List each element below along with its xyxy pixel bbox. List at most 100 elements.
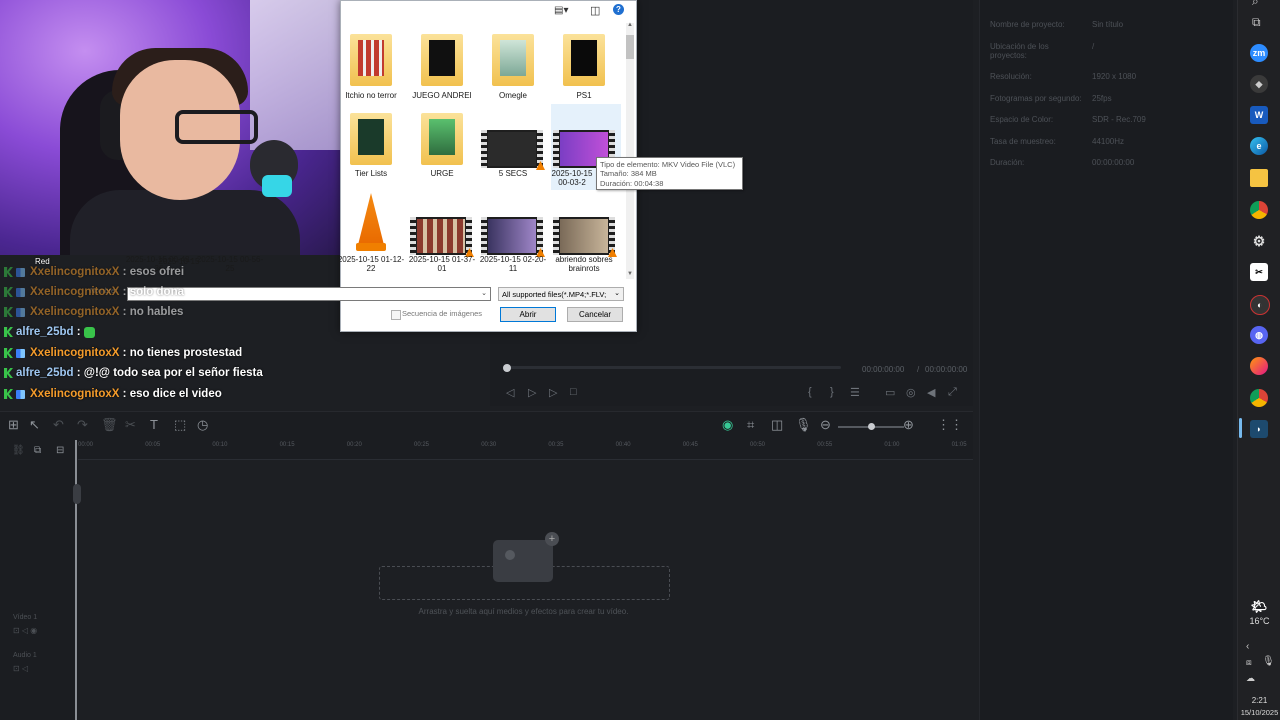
chat-message: alfre_25bd : @!@ todo sea por el señor f… bbox=[4, 363, 263, 383]
snapshot-icon[interactable]: ◎ bbox=[906, 386, 916, 399]
file-label[interactable]: 2025-10-15 02-20-11 bbox=[479, 255, 547, 274]
network-icon[interactable]: ⧈ bbox=[1246, 657, 1252, 668]
mic-tray-icon[interactable]: 🎙 bbox=[1262, 656, 1275, 667]
file-label[interactable]: 2025-10-15 00-03-2 bbox=[550, 169, 594, 188]
speed-icon[interactable]: ◷ bbox=[197, 417, 208, 433]
ai-tool-icon[interactable]: ◉ bbox=[722, 417, 733, 433]
add-track-icon[interactable]: ⊟ bbox=[56, 445, 64, 456]
filmora-icon[interactable]: ◗ bbox=[1250, 420, 1268, 438]
video-thumbnail[interactable] bbox=[553, 217, 617, 257]
clock-time[interactable]: 2:21 bbox=[1238, 696, 1280, 705]
scroll-up-icon[interactable]: ▲ bbox=[627, 22, 633, 28]
timeline-ruler[interactable]: 00:00 00:05 00:10 00:15 00:20 00:25 00:30 00:35… bbox=[78, 439, 973, 460]
crop-icon[interactable]: ⬚ bbox=[174, 417, 186, 433]
volume-icon[interactable]: ◀ bbox=[927, 386, 935, 399]
prev-frame-icon[interactable]: ◁ bbox=[506, 386, 514, 399]
file-label[interactable]: Tier Lists bbox=[337, 169, 405, 179]
chat-username: alfre_25bd bbox=[16, 326, 74, 338]
track-settings-icon[interactable]: ⋮⋮ bbox=[937, 417, 963, 433]
help-icon[interactable]: ? bbox=[613, 4, 624, 15]
mic-icon[interactable]: 🎙 bbox=[795, 417, 812, 433]
scroll-down-icon[interactable]: ▼ bbox=[627, 271, 633, 277]
word-icon[interactable]: W bbox=[1250, 106, 1268, 124]
search-icon[interactable]: ⌕ bbox=[1252, 0, 1259, 9]
delete-icon[interactable]: 🗑 bbox=[101, 417, 118, 433]
fullscreen-icon[interactable]: ⤢ bbox=[948, 386, 957, 399]
chrome-icon[interactable] bbox=[1250, 201, 1268, 219]
playhead-handle[interactable] bbox=[503, 364, 511, 372]
play-reverse-icon[interactable]: ▷ bbox=[528, 386, 536, 399]
file-label[interactable]: JUEGO ANDREI bbox=[408, 91, 476, 101]
clock-date[interactable]: 15/10/2025 bbox=[1238, 708, 1280, 717]
file-label[interactable]: abriendo sobres brainrots bbox=[550, 255, 618, 274]
folder-icon[interactable] bbox=[563, 34, 605, 86]
add-media-icon[interactable]: + bbox=[493, 532, 559, 582]
link-icon[interactable]: ⛓ bbox=[12, 445, 25, 456]
timecode-separator: / bbox=[917, 365, 920, 374]
timeline-playhead[interactable] bbox=[75, 440, 77, 720]
zoom-in-icon[interactable]: ⊕ bbox=[903, 417, 914, 433]
motion-icon[interactable]: ⌗ bbox=[747, 417, 754, 433]
ruler-tick-label: 00:55 bbox=[817, 442, 833, 448]
video-thumbnail[interactable] bbox=[410, 217, 474, 257]
folder-icon[interactable] bbox=[350, 34, 392, 86]
display-icon[interactable]: ▭ bbox=[885, 386, 895, 399]
file-label[interactable]: PS1 bbox=[550, 91, 618, 101]
edge-icon[interactable]: e bbox=[1250, 137, 1268, 155]
audio-track-controls[interactable]: ⊡ ◁ bbox=[13, 664, 28, 673]
video-thumbnail[interactable] bbox=[481, 217, 545, 257]
video-thumbnail[interactable] bbox=[481, 130, 545, 170]
zoom-out-icon[interactable]: ⊖ bbox=[820, 417, 831, 433]
preview-pane-icon[interactable]: ◫ bbox=[590, 4, 600, 17]
kick-badge-icon bbox=[4, 267, 13, 277]
chat-username: XxelincognitoxX bbox=[30, 347, 120, 359]
ruler-tick-label: 00:10 bbox=[212, 442, 228, 448]
file-label[interactable]: URGE bbox=[408, 169, 476, 179]
firefox-icon[interactable] bbox=[1250, 357, 1268, 375]
view-options-icon[interactable]: ▤▾ bbox=[554, 5, 568, 16]
file-type-select[interactable]: All supported files(*.MP4;*.FLV; ⌄ bbox=[498, 287, 624, 301]
chrome-profile-icon[interactable] bbox=[1250, 389, 1268, 407]
total-timecode: 00:00:00:00 bbox=[925, 365, 968, 374]
file-type-value: All supported files(*.MP4;*.FLV; bbox=[502, 290, 607, 299]
file-list-scrollbar[interactable] bbox=[626, 23, 634, 279]
file-label[interactable]: Itchio no terror bbox=[337, 91, 405, 101]
text-tool-icon[interactable]: T bbox=[150, 417, 158, 432]
capcut-icon[interactable]: ✂ bbox=[1250, 263, 1268, 281]
folder-icon[interactable] bbox=[421, 34, 463, 86]
settings-gear-icon[interactable]: ⚙ bbox=[1250, 232, 1268, 250]
zoom-app-icon[interactable]: zm bbox=[1250, 44, 1268, 62]
open-button[interactable]: Abrir bbox=[500, 307, 556, 322]
mark-out-icon[interactable]: } bbox=[830, 386, 834, 398]
playhead-grip[interactable] bbox=[73, 484, 81, 504]
snap-icon[interactable]: ⧉ bbox=[34, 445, 41, 456]
play-icon[interactable]: ▷ bbox=[549, 386, 557, 399]
inkscape-icon[interactable]: ◆ bbox=[1250, 75, 1268, 93]
folder-icon[interactable] bbox=[350, 113, 392, 165]
vlc-icon[interactable] bbox=[356, 193, 386, 253]
redo-icon[interactable]: ↷ bbox=[77, 417, 88, 433]
folder-icon[interactable] bbox=[421, 113, 463, 165]
layout-icon[interactable]: ⊞ bbox=[8, 417, 19, 433]
cut-icon[interactable]: ✂ bbox=[125, 417, 136, 433]
undo-icon[interactable]: ↶ bbox=[53, 417, 64, 433]
file-label[interactable]: 5 SECS bbox=[479, 169, 547, 179]
stop-icon[interactable]: □ bbox=[570, 386, 577, 398]
weather-icon[interactable]: 🌤 bbox=[1250, 598, 1268, 616]
onedrive-icon[interactable]: ☁ bbox=[1246, 673, 1255, 684]
playback-progress-bar[interactable] bbox=[506, 366, 841, 369]
video-track-controls[interactable]: ⊡ ◁ ◉ bbox=[13, 626, 37, 635]
zoom-slider-handle[interactable] bbox=[868, 423, 875, 430]
quality-icon[interactable]: ☰ bbox=[850, 386, 860, 399]
task-view-icon[interactable]: ⧉ bbox=[1252, 15, 1261, 30]
chevron-left-icon[interactable]: ‹ bbox=[1246, 641, 1249, 652]
discord-icon[interactable]: ◍ bbox=[1250, 326, 1268, 344]
cancel-button[interactable]: Cancelar bbox=[567, 307, 623, 322]
file-label[interactable]: Omegle bbox=[479, 91, 547, 101]
folder-icon[interactable] bbox=[492, 34, 534, 86]
file-explorer-icon[interactable] bbox=[1250, 169, 1268, 187]
obs-icon[interactable]: ◐ bbox=[1250, 295, 1270, 315]
mark-in-icon[interactable]: { bbox=[808, 386, 812, 398]
select-tool-icon[interactable]: ↖ bbox=[29, 417, 40, 433]
record-icon[interactable]: ◫ bbox=[771, 417, 783, 433]
